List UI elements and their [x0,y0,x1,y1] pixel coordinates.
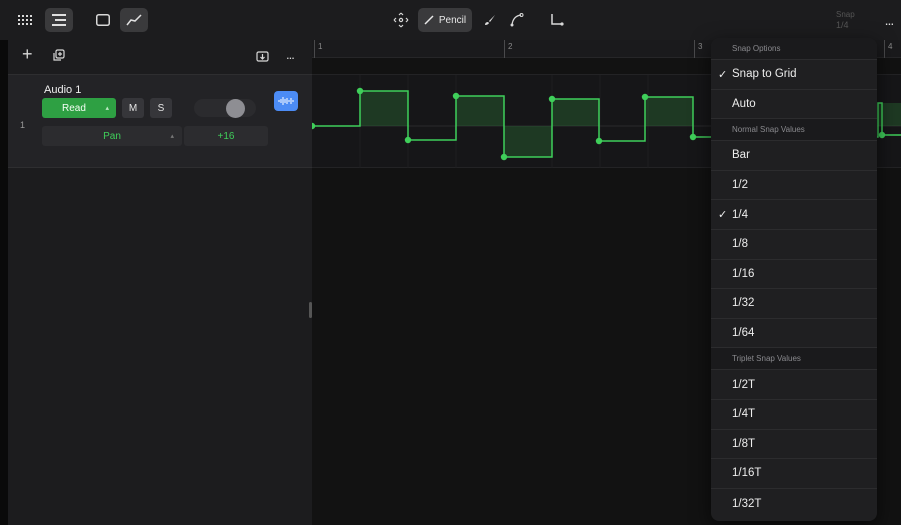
automation-point [500,153,508,161]
checkmark-icon: ✓ [718,68,728,81]
automation-point [452,92,460,100]
track-list-header: + ... [8,40,312,74]
read-label: Read [62,102,86,114]
menu-section-header: Normal Snap Values [711,119,877,142]
menu-item-label: Auto [732,97,756,110]
menu-item-label: 1/4T [732,408,756,421]
waveform-icon[interactable] [274,91,298,111]
menu-item-label: 1/8T [732,437,756,450]
import-icon[interactable] [256,50,269,66]
menu-item-1-2[interactable]: 1/2 [711,171,877,201]
menu-section-header: Snap Options [711,38,877,60]
menu-item-1-4t[interactable]: 1/4T [711,400,877,430]
menu-item-1-4[interactable]: ✓ 1/4 [711,200,877,230]
region-view-icon[interactable] [90,8,116,32]
menu-item-label: 1/16 [732,267,755,280]
updown-chevron-icon: ▴︎ [170,133,174,140]
automation-point [404,136,412,144]
menu-item-1-8t[interactable]: 1/8T [711,430,877,460]
grid-menu-icon[interactable] [12,8,38,32]
checkmark-icon: ✓ [718,209,728,222]
menu-item-label: 1/64 [732,327,755,340]
menu-item-label: 1/4 [732,208,748,221]
track-list-panel: + ... 1 Audio 1 Read ▴︎ M S Pan ▴︎ +16 [8,40,312,525]
menu-item-1-64[interactable]: 1/64 [711,319,877,349]
volume-slider[interactable] [194,99,256,117]
snap-options-menu: Snap Options ✓ Snap to Grid Auto Normal … [711,38,877,521]
pencil-icon [424,15,434,25]
track-name[interactable]: Audio 1 [44,84,81,96]
top-toolbar: Pencil Snap 1/4 ... [0,0,901,40]
menu-item-label: Bar [732,149,750,162]
menu-item-1-32[interactable]: 1/32 [711,289,877,319]
automation-point [548,95,556,103]
volume-slider-knob[interactable] [226,99,245,118]
step-tool-icon[interactable] [545,8,569,32]
snap-value: 1/4 [836,20,849,30]
menu-item-label: 1/16T [732,467,762,480]
menu-item-snap-to-grid[interactable]: ✓ Snap to Grid [711,60,877,90]
automation-value[interactable]: +16 [184,126,268,146]
updown-chevron-icon: ▴︎ [105,105,109,112]
menu-item-auto[interactable]: Auto [711,90,877,120]
menu-item-1-8[interactable]: 1/8 [711,230,877,260]
automation-point [689,133,697,141]
menu-item-1-16t[interactable]: 1/16T [711,459,877,489]
pencil-tool-button[interactable]: Pencil [418,8,472,32]
automation-point [312,122,316,130]
pencil-label: Pencil [438,14,467,26]
add-track-icon[interactable]: + [22,45,33,63]
solo-button[interactable]: S [150,98,172,118]
menu-item-1-16[interactable]: 1/16 [711,260,877,290]
automation-point [356,87,364,95]
menu-item-label: Snap to Grid [732,68,797,81]
menu-section-header: Triplet Snap Values [711,348,877,371]
automation-point [641,93,649,101]
mute-button[interactable]: M [122,98,144,118]
menu-item-1-32t[interactable]: 1/32T [711,489,877,519]
pan-label: Pan [103,130,121,142]
automation-view-icon[interactable] [120,8,148,32]
automation-parameter-select[interactable]: Pan ▴︎ [42,126,182,146]
menu-item-bar[interactable]: Bar [711,141,877,171]
pointer-tool-icon[interactable] [388,8,414,32]
tracks-view-icon[interactable] [45,8,73,32]
track-audio-1[interactable]: 1 Audio 1 Read ▴︎ M S Pan ▴︎ +16 [8,74,312,168]
snap-label: Snap [836,10,855,19]
track-list-more-icon[interactable]: ... [286,47,295,63]
track-number: 1 [20,120,26,130]
snap-indicator[interactable]: Snap 1/4 [836,10,876,30]
menu-item-label: 1/8 [732,238,748,251]
menu-item-label: 1/32T [732,497,762,510]
menu-item-1-2t[interactable]: 1/2T [711,370,877,400]
menu-item-label: 1/2T [732,378,756,391]
menu-item-label: 1/32 [732,297,755,310]
menu-item-label: 1/2 [732,179,748,192]
more-options-icon[interactable]: ... [879,12,899,28]
curve-tool-icon[interactable] [505,8,529,32]
automation-point [878,131,886,139]
brush-tool-icon[interactable] [478,8,502,32]
automation-mode-read-button[interactable]: Read ▴︎ [42,98,116,118]
automation-point [595,137,603,145]
duplicate-track-icon[interactable] [52,49,65,66]
